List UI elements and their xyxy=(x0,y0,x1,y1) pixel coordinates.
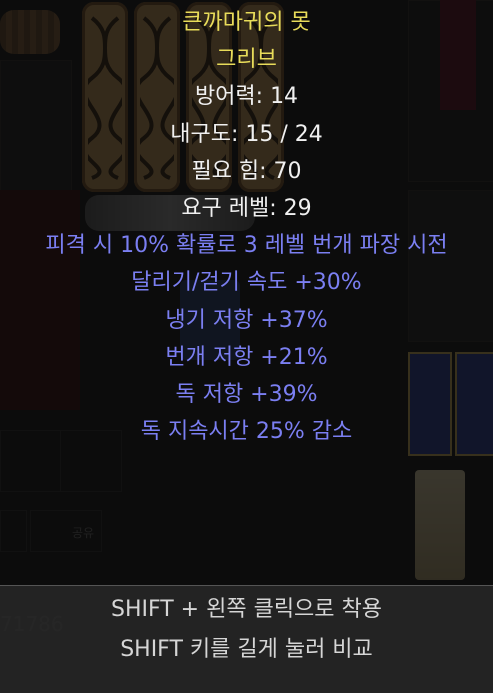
affix-line: 피격 시 10% 확률로 3 레벨 번개 파장 시전 xyxy=(45,233,448,259)
stat-defense: 방어력: 14 xyxy=(194,84,299,110)
tooltip-content: 큰까마귀의 못 그리브 방어력: 14 내구도: 15 / 24 필요 힘: 7… xyxy=(0,4,493,450)
stat-required-level: 요구 레벨: 29 xyxy=(181,195,312,221)
item-base-type: 그리브 xyxy=(216,47,277,73)
tooltip-footer: SHIFT + 왼쪽 클릭으로 착용 SHIFT 키를 길게 눌러 비교 xyxy=(0,585,493,693)
stat-required-strength: 필요 힘: 70 xyxy=(191,158,302,184)
affix-line: 번개 저항 +21% xyxy=(165,344,328,370)
stat-durability: 내구도: 15 / 24 xyxy=(170,121,323,147)
affix-line: 냉기 저항 +37% xyxy=(165,307,328,333)
affix-line: 독 지속시간 25% 감소 xyxy=(140,419,353,445)
compare-hint: SHIFT 키를 길게 눌러 비교 xyxy=(120,637,373,662)
item-tooltip: 큰까마귀의 못 그리브 방어력: 14 내구도: 15 / 24 필요 힘: 7… xyxy=(0,0,493,693)
affix-line: 독 저항 +39% xyxy=(175,381,318,407)
equip-hint: SHIFT + 왼쪽 클릭으로 착용 xyxy=(110,597,383,622)
item-name: 큰까마귀의 못 xyxy=(182,10,311,35)
affix-line: 달리기/걷기 속도 +30% xyxy=(131,270,362,296)
